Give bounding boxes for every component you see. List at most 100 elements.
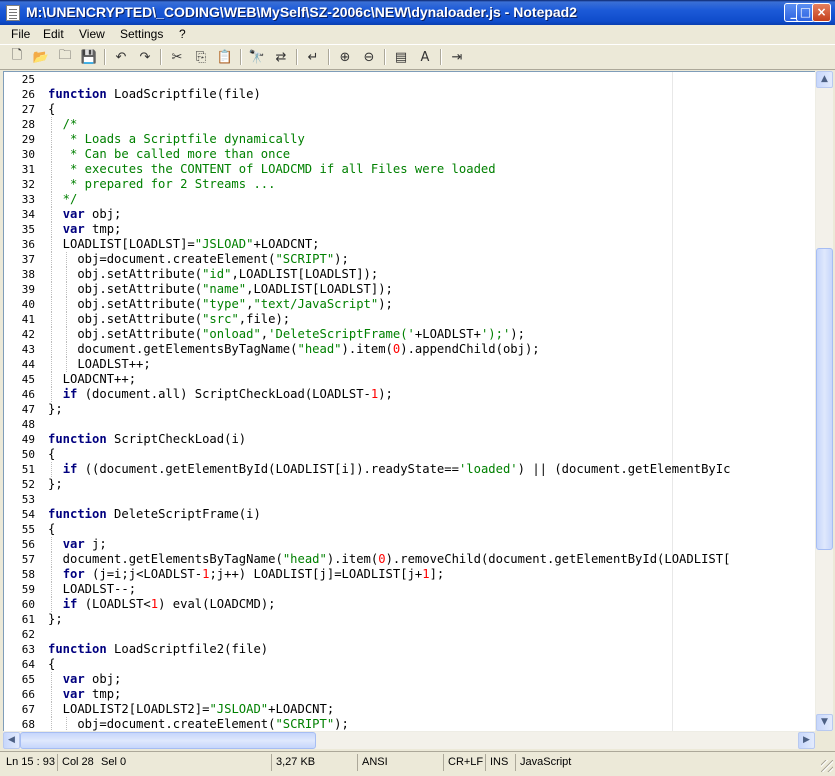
indent-guide (51, 672, 52, 687)
scroll-down-button[interactable]: ▼ (816, 714, 833, 731)
code-line: */ (48, 192, 78, 206)
indent-guide (51, 552, 52, 567)
code-line: obj=document.createElement("SCRIPT"); (48, 252, 349, 266)
maximize-icon: □ (799, 5, 812, 19)
code-line: obj.setAttribute("onload",'DeleteScriptF… (48, 327, 525, 341)
menu-view[interactable]: View (78, 26, 106, 42)
copy-icon[interactable]: ⎘ (192, 48, 210, 66)
close-button[interactable]: × (812, 3, 831, 22)
status-position: Ln 15 : 93 (2, 754, 58, 771)
indent-guide (51, 342, 52, 357)
indent-guide (51, 312, 52, 327)
replace-icon[interactable]: ⇄ (272, 48, 290, 66)
scroll-left-button[interactable]: ◀ (3, 732, 20, 749)
open-folder-icon[interactable]: 📂 (32, 48, 50, 66)
code-line: { (48, 102, 56, 116)
horizontal-scrollbar[interactable]: ◀ ▶ (3, 731, 815, 749)
indent-guide (66, 312, 67, 327)
status-lexer[interactable]: JavaScript (516, 754, 816, 771)
customize-scheme-icon[interactable]: A (416, 48, 434, 66)
code-line: LOADLIST2[LOADLST2]="JSLOAD"+LOADCNT; (48, 702, 335, 716)
indent-guide (51, 297, 52, 312)
code-editor[interactable]: 25 26 27 28 29 30 31 32 33 34 35 36 37 38 39 40 41 42 43 44… (3, 71, 816, 731)
scroll-up-button[interactable]: ▲ (816, 71, 833, 88)
code-line: }; (48, 477, 63, 491)
indent-guide (51, 582, 52, 597)
code-area[interactable]: function LoadScriptfile(file){ /* * Load… (48, 72, 816, 731)
menu-edit[interactable]: Edit (42, 26, 65, 42)
indent-guide (66, 357, 67, 372)
code-line: function LoadScriptfile2(file) (48, 642, 269, 656)
title-bar[interactable]: M:\UNENCRYPTED\_CODING\WEB\MySelf\SZ-200… (0, 0, 835, 25)
exit-icon[interactable]: ⇥ (448, 48, 466, 66)
code-line: }; (48, 612, 63, 626)
code-line: var obj; (62, 207, 122, 221)
code-line: LOADLIST[LOADLST]="JSLOAD"+LOADCNT; (48, 237, 320, 251)
code-line: var tmp; (62, 222, 122, 236)
indent-guide (51, 327, 52, 342)
cut-icon[interactable]: ✂ (168, 48, 186, 66)
save-icon[interactable]: 💾 (80, 48, 98, 66)
line-number: 61 (21, 613, 35, 626)
toolbar-separator (328, 49, 330, 65)
line-number: 45 (21, 373, 35, 386)
line-number: 37 (21, 253, 35, 266)
menu-settings[interactable]: Settings (119, 26, 164, 42)
line-number: 55 (21, 523, 35, 536)
code-line: { (48, 657, 56, 671)
line-number: 57 (21, 553, 35, 566)
horizontal-scroll-thumb[interactable] (20, 732, 316, 749)
indent-guide (51, 222, 52, 237)
zoom-in-icon[interactable]: ⊕ (336, 48, 354, 66)
toolbar-separator (104, 49, 106, 65)
resize-grip-icon[interactable] (821, 760, 833, 772)
status-line-endings[interactable]: CR+LF (444, 754, 486, 771)
indent-guide (51, 357, 52, 372)
indent-guide (51, 237, 52, 252)
line-number: 58 (21, 568, 35, 581)
line-number: 53 (21, 493, 35, 506)
indent-guide (51, 687, 52, 702)
redo-icon[interactable]: ↷ (136, 48, 154, 66)
indent-guide (51, 252, 52, 267)
line-number: 30 (21, 148, 35, 161)
word-wrap-icon[interactable]: ↵ (304, 48, 322, 66)
browse-icon[interactable]: 🗀 (56, 48, 74, 66)
find-icon[interactable]: 🔭 (248, 48, 266, 66)
menu-help[interactable]: ? (178, 26, 187, 42)
zoom-out-icon[interactable]: ⊖ (360, 48, 378, 66)
code-line: function DeleteScriptFrame(i) (48, 507, 261, 521)
scroll-right-button[interactable]: ▶ (798, 732, 815, 749)
scroll-up-icon: ▲ (821, 74, 828, 84)
menu-file[interactable]: File (10, 26, 31, 42)
status-insert-mode: INS (486, 754, 516, 771)
indent-guide (51, 597, 52, 612)
code-line: var obj; (62, 672, 122, 686)
notepad-app-icon[interactable] (6, 5, 20, 21)
indent-guide (51, 192, 52, 207)
indent-guide (51, 117, 52, 132)
window-title: M:\UNENCRYPTED\_CODING\WEB\MySelf\SZ-200… (26, 4, 578, 20)
vertical-scrollbar[interactable]: ▲ ▼ (815, 71, 833, 731)
indent-guide (66, 267, 67, 282)
code-line: LOADCNT++; (48, 372, 137, 386)
indent-guide (51, 132, 52, 147)
undo-icon[interactable]: ↶ (112, 48, 130, 66)
scroll-right-icon: ▶ (803, 735, 810, 745)
line-number: 62 (21, 628, 35, 641)
line-number: 47 (21, 403, 35, 416)
line-number: 52 (21, 478, 35, 491)
paste-icon[interactable]: 📋 (216, 48, 234, 66)
line-number: 31 (21, 163, 35, 176)
indent-guide (66, 342, 67, 357)
indent-guide (51, 717, 52, 731)
select-scheme-icon[interactable]: ▤ (392, 48, 410, 66)
line-number: 25 (21, 73, 35, 86)
indent-guide (66, 252, 67, 267)
code-line: LOADLST++; (48, 357, 151, 371)
vertical-scroll-thumb[interactable] (816, 248, 833, 550)
new-file-icon[interactable]: 🗋 (8, 48, 26, 66)
code-line: document.getElementsByTagName("head").it… (48, 552, 731, 566)
code-line: obj.setAttribute("name",LOADLIST[LOADLST… (48, 282, 393, 296)
status-encoding[interactable]: ANSI (358, 754, 444, 771)
